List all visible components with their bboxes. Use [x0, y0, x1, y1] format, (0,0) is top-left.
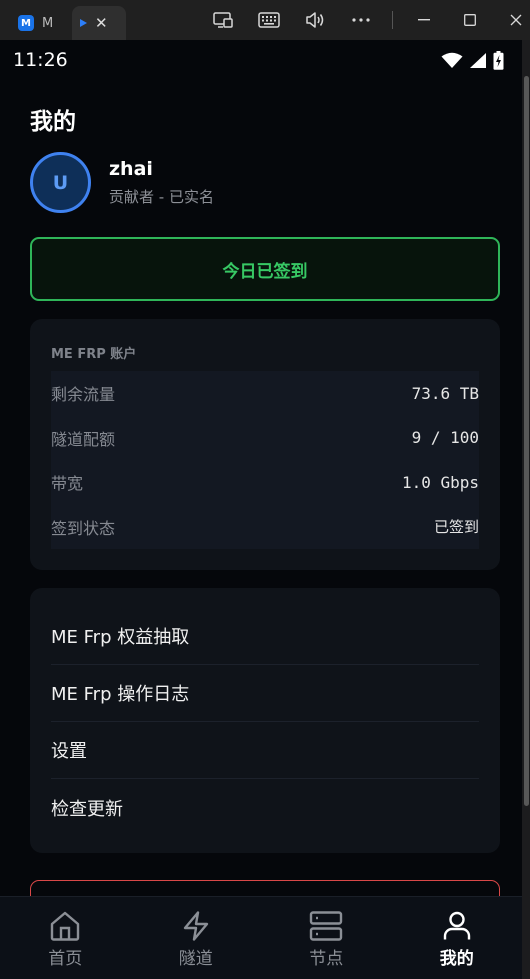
- close-icon: [510, 14, 522, 26]
- maximize-button[interactable]: [447, 0, 493, 40]
- row-value: 9 / 100: [411, 428, 479, 448]
- status-bar: 11:26: [0, 40, 522, 80]
- menu-item-benefits-draw[interactable]: ME Frp 权益抽取: [51, 608, 479, 665]
- profile-name: zhai: [109, 158, 153, 180]
- phone-screen: 11:26 我的 U zhai 贡献者 - 已实名 今日已签到 ME FRP 账…: [0, 40, 522, 979]
- signal-icon: [470, 52, 486, 68]
- tab-active[interactable]: ✕: [72, 6, 126, 40]
- more-icon: [352, 18, 370, 22]
- menu-item-settings[interactable]: 设置: [51, 722, 479, 779]
- tab-app-label: M: [42, 15, 54, 31]
- toolbar-divider: [392, 11, 393, 29]
- nav-label: 首页: [48, 949, 83, 969]
- signin-button[interactable]: 今日已签到: [30, 237, 500, 301]
- nav-item-tunnels[interactable]: 隧道: [131, 897, 262, 979]
- row-value: 已签到: [433, 518, 479, 537]
- nav-item-profile[interactable]: 我的: [392, 897, 523, 979]
- scrollbar-thumb[interactable]: [524, 76, 529, 806]
- server-icon: [310, 911, 343, 941]
- bottom-nav: 首页 隧道 节点 我的: [0, 896, 522, 979]
- minimize-button[interactable]: [401, 0, 447, 40]
- lightning-icon: [183, 911, 208, 941]
- profile-info: zhai 贡献者 - 已实名: [109, 158, 214, 207]
- screen-cast-button[interactable]: [200, 0, 246, 40]
- row-value: 73.6 TB: [411, 383, 479, 403]
- avatar[interactable]: U: [30, 152, 91, 213]
- wifi-icon: [441, 52, 463, 68]
- close-tab-icon[interactable]: ✕: [95, 14, 108, 32]
- account-row-traffic: 剩余流量 73.6 TB: [51, 371, 479, 416]
- maximize-icon: [464, 14, 476, 26]
- more-button[interactable]: [338, 0, 384, 40]
- menu-card: ME Frp 权益抽取 ME Frp 操作日志 设置 检查更新: [30, 588, 500, 853]
- profile-section[interactable]: U zhai 贡献者 - 已实名: [30, 152, 214, 213]
- nav-label: 我的: [439, 949, 474, 969]
- status-time: 11:26: [13, 49, 68, 71]
- account-row-signin-status: 签到状态 已签到: [51, 505, 479, 550]
- row-label: 隧道配额: [51, 429, 116, 449]
- row-value: 1.0 Gbps: [401, 472, 479, 492]
- account-details: 剩余流量 73.6 TB 隧道配额 9 / 100 带宽 1.0 Gbps 签到…: [51, 371, 479, 549]
- menu-item-check-update[interactable]: 检查更新: [51, 779, 479, 836]
- battery-charging-icon: [493, 50, 504, 70]
- account-row-bandwidth: 带宽 1.0 Gbps: [51, 460, 479, 505]
- window-toolbar: [200, 0, 530, 40]
- play-icon: [80, 19, 87, 27]
- minimize-icon: [418, 19, 430, 21]
- nav-label: 节点: [309, 949, 344, 969]
- menu-item-operation-log[interactable]: ME Frp 操作日志: [51, 665, 479, 722]
- status-icons: [441, 50, 504, 70]
- account-row-quota: 隧道配额 9 / 100: [51, 416, 479, 461]
- user-icon: [443, 911, 470, 940]
- profile-role: 贡献者 - 已实名: [109, 188, 214, 206]
- nav-label: 隧道: [178, 949, 213, 969]
- keyboard-button[interactable]: [246, 0, 292, 40]
- nav-item-nodes[interactable]: 节点: [261, 897, 392, 979]
- close-window-button[interactable]: [493, 0, 530, 40]
- window-titlebar: M M ✕: [0, 0, 530, 40]
- volume-button[interactable]: [292, 0, 338, 40]
- tab-app[interactable]: M M: [10, 6, 62, 40]
- screen-cast-icon: [213, 12, 233, 28]
- home-icon: [51, 911, 80, 941]
- app-logo-icon: M: [18, 15, 34, 31]
- keyboard-icon: [258, 12, 280, 28]
- account-card-title: ME FRP 账户: [51, 347, 137, 362]
- row-label: 剩余流量: [51, 385, 116, 405]
- row-label: 签到状态: [51, 518, 116, 538]
- row-label: 带宽: [51, 474, 84, 494]
- volume-icon: [306, 12, 324, 28]
- nav-item-home[interactable]: 首页: [0, 897, 131, 979]
- account-card: ME FRP 账户 剩余流量 73.6 TB 隧道配额 9 / 100 带宽 1…: [30, 319, 500, 570]
- page-title: 我的: [30, 109, 76, 135]
